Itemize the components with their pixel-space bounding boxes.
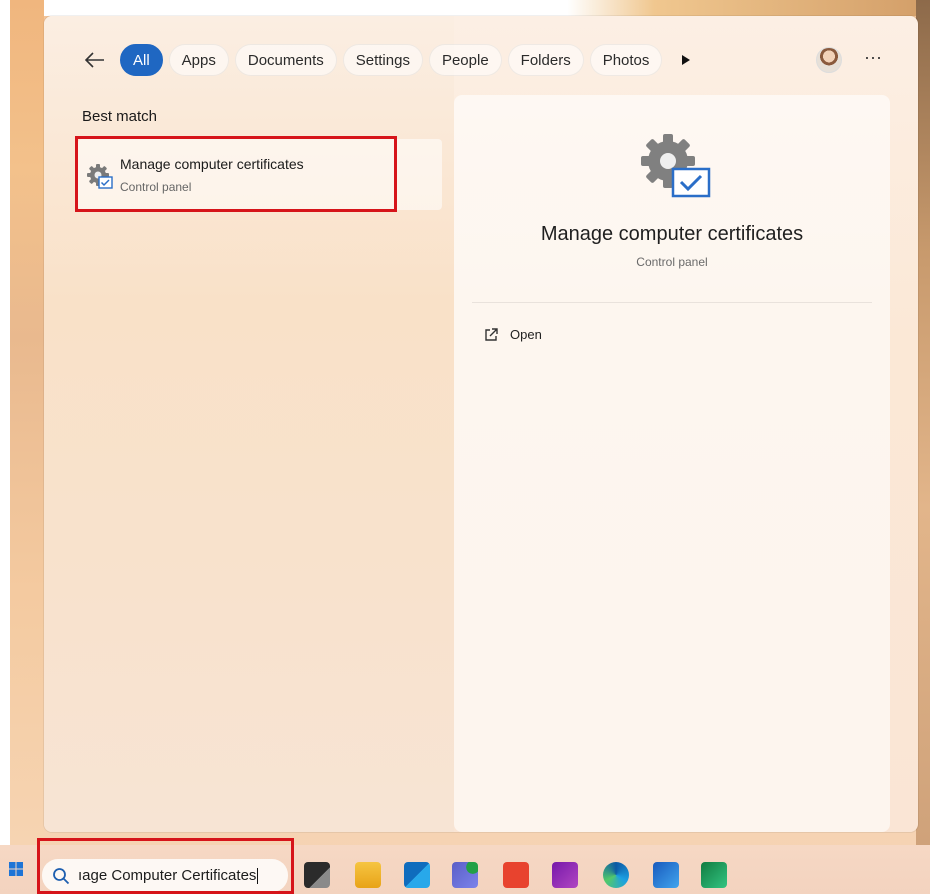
tab-people[interactable]: People xyxy=(428,44,502,76)
wallpaper-left xyxy=(10,0,44,845)
tab-apps[interactable]: Apps xyxy=(168,44,229,76)
windows-logo-icon[interactable] xyxy=(9,862,23,876)
certificate-gear-icon xyxy=(87,164,113,189)
tab-photos[interactable]: Photos xyxy=(589,44,663,76)
certificate-gear-icon xyxy=(641,134,711,198)
task-view-icon[interactable] xyxy=(304,862,330,888)
tab-folders[interactable]: Folders xyxy=(507,44,584,76)
result-subtitle: Control panel xyxy=(120,180,192,194)
open-label: Open xyxy=(510,327,542,342)
left-edge xyxy=(0,0,10,894)
more-options-button[interactable]: ··· xyxy=(860,46,886,72)
play-icon xyxy=(682,55,691,65)
filter-toolbar: All Apps Documents Settings People Folde… xyxy=(78,43,700,77)
word-icon[interactable] xyxy=(653,862,679,888)
open-action[interactable]: Open xyxy=(484,327,542,342)
file-explorer-icon[interactable] xyxy=(355,862,381,888)
taskbar: ıage Computer Certificates xyxy=(0,845,930,894)
ellipsis-icon: ··· xyxy=(864,47,882,67)
onenote-icon[interactable] xyxy=(552,862,578,888)
excel-icon[interactable] xyxy=(701,862,727,888)
start-search-menu: All Apps Documents Settings People Folde… xyxy=(44,16,918,832)
tab-documents[interactable]: Documents xyxy=(234,44,337,76)
result-title: Manage computer certificates xyxy=(120,156,304,172)
taskbar-search-input[interactable]: ıage Computer Certificates xyxy=(42,859,288,892)
back-button[interactable] xyxy=(78,43,112,77)
preview-pane: Manage computer certificates Control pan… xyxy=(454,95,890,832)
preview-title: Manage computer certificates xyxy=(540,223,804,245)
best-match-result[interactable]: Manage computer certificates Control pan… xyxy=(78,139,442,210)
preview-subtitle: Control panel xyxy=(636,255,708,269)
sogou-icon[interactable] xyxy=(503,862,529,888)
wallpaper-right xyxy=(916,0,930,845)
teams-icon[interactable] xyxy=(452,862,478,888)
wallpaper-top xyxy=(44,0,916,16)
best-match-heading: Best match xyxy=(82,108,158,125)
divider xyxy=(472,302,872,303)
tab-all[interactable]: All xyxy=(120,44,163,76)
edge-icon[interactable] xyxy=(603,862,629,888)
search-icon xyxy=(53,867,70,884)
avatar[interactable] xyxy=(816,47,842,73)
text-caret xyxy=(257,867,259,884)
tab-settings[interactable]: Settings xyxy=(342,44,423,76)
open-external-icon xyxy=(485,327,498,341)
search-query-text: ıage Computer Certificates xyxy=(78,867,257,884)
more-tabs-button[interactable] xyxy=(672,44,700,76)
arrow-left-icon xyxy=(85,52,104,68)
outlook-icon[interactable] xyxy=(404,862,430,888)
